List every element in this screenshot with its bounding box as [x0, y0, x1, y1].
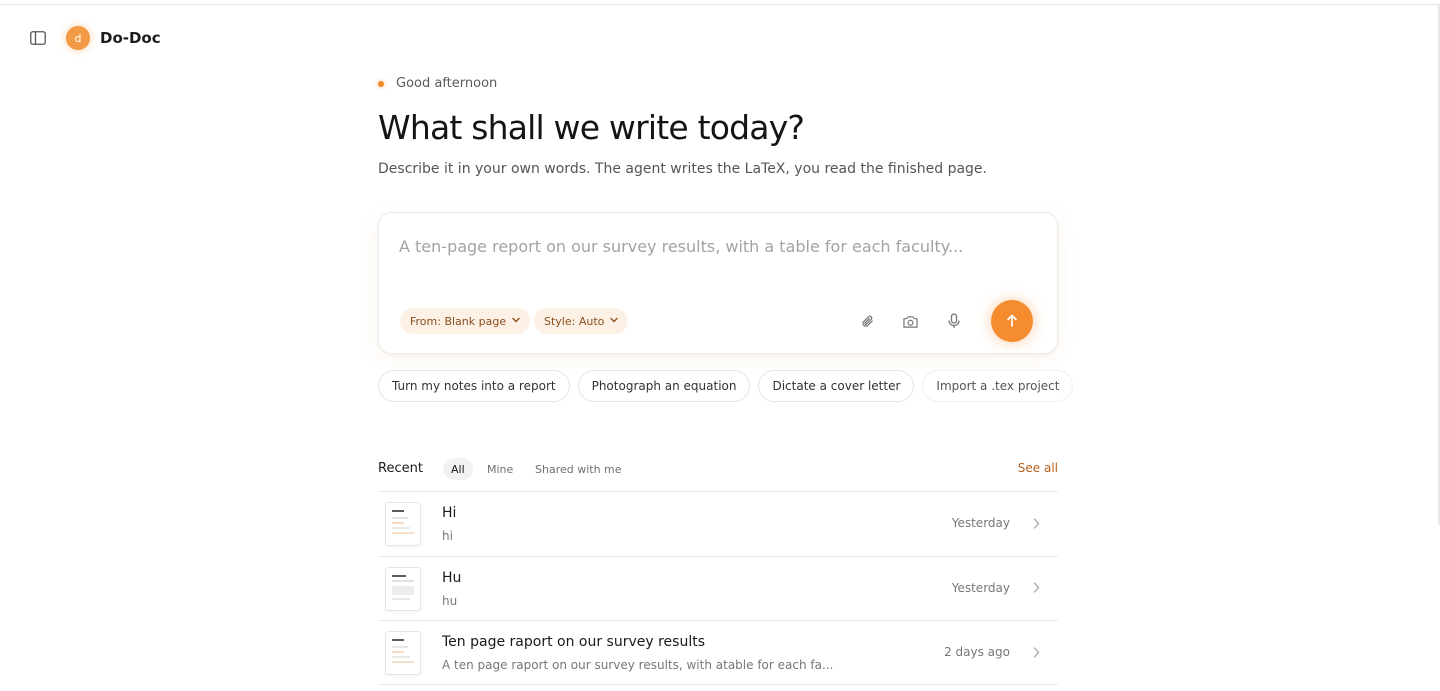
section-title: Recent	[378, 461, 423, 476]
camera-icon[interactable]	[900, 311, 920, 331]
chevron-down-icon	[512, 316, 520, 326]
suggestion-chip[interactable]: Turn my notes into a report	[378, 370, 570, 402]
style-dropdown-label: Style: Auto	[544, 314, 605, 328]
document-row[interactable]: Ten page raport on our survey results A …	[378, 620, 1058, 685]
page-subtitle: Describe it in your own words. The agent…	[378, 161, 987, 177]
document-subtitle: hi	[442, 529, 453, 543]
greeting-text: Good afternoon	[396, 76, 498, 91]
suggestion-chip[interactable]: Photograph an equation	[577, 370, 751, 402]
arrow-up-icon	[1006, 312, 1018, 331]
chevron-right-icon	[1030, 516, 1042, 530]
prompt-input[interactable]	[399, 233, 1019, 259]
chevron-down-icon	[610, 316, 619, 326]
document-row[interactable]: Hi hi Yesterday	[378, 491, 1058, 556]
status-dot	[378, 80, 384, 87]
avatar[interactable]: d	[66, 26, 90, 50]
top-divider	[0, 4, 1440, 5]
app-header: d Do-Doc	[28, 24, 161, 52]
style-dropdown[interactable]: Style: Auto	[534, 308, 629, 334]
microphone-icon[interactable]	[944, 311, 964, 331]
paperclip-icon[interactable]	[857, 311, 877, 331]
tab-mine[interactable]: Mine	[479, 458, 521, 480]
page-title: What shall we write today?	[378, 108, 805, 147]
tab-all[interactable]: All	[443, 458, 473, 480]
document-title: Hi	[442, 505, 457, 521]
see-all-link[interactable]: See all	[1018, 461, 1058, 475]
app-title: Do-Doc	[100, 29, 161, 47]
tab-shared-with-me[interactable]: Shared with me	[527, 458, 630, 480]
document-time: Yesterday	[951, 580, 1010, 595]
chevron-right-icon	[1030, 581, 1042, 595]
document-subtitle: hu	[442, 593, 458, 608]
document-title: Hu	[442, 569, 462, 586]
send-button[interactable]	[991, 300, 1033, 342]
suggestion-chips: Turn my notes into a report Photograph a…	[378, 370, 1074, 402]
recent-header: Recent All Mine Shared with me See all	[378, 457, 1058, 481]
composer: From: Blank page Style: Auto	[378, 212, 1058, 354]
chevron-right-icon	[1030, 645, 1042, 659]
from-dropdown[interactable]: From: Blank page	[400, 308, 531, 334]
document-time: 2 days ago	[944, 645, 1010, 659]
document-thumbnail	[385, 502, 421, 546]
sidebar-toggle-icon[interactable]	[28, 28, 48, 48]
greeting: Good afternoon	[378, 76, 497, 91]
document-list: Hi hi Yesterday Hu hu Yesterday Ten page…	[378, 491, 1058, 685]
suggestion-chip[interactable]: Import a .tex project	[922, 370, 1074, 402]
document-title: Ten page raport on our survey results	[442, 634, 705, 650]
document-thumbnail	[385, 566, 421, 611]
document-row[interactable]: Hu hu Yesterday	[378, 555, 1058, 621]
suggestion-chip[interactable]: Dictate a cover letter	[758, 370, 915, 402]
from-dropdown-label: From: Blank page	[410, 314, 507, 328]
document-time: Yesterday	[951, 516, 1010, 530]
document-thumbnail	[385, 631, 421, 675]
document-subtitle: A ten page raport on our survey results,…	[442, 658, 834, 672]
